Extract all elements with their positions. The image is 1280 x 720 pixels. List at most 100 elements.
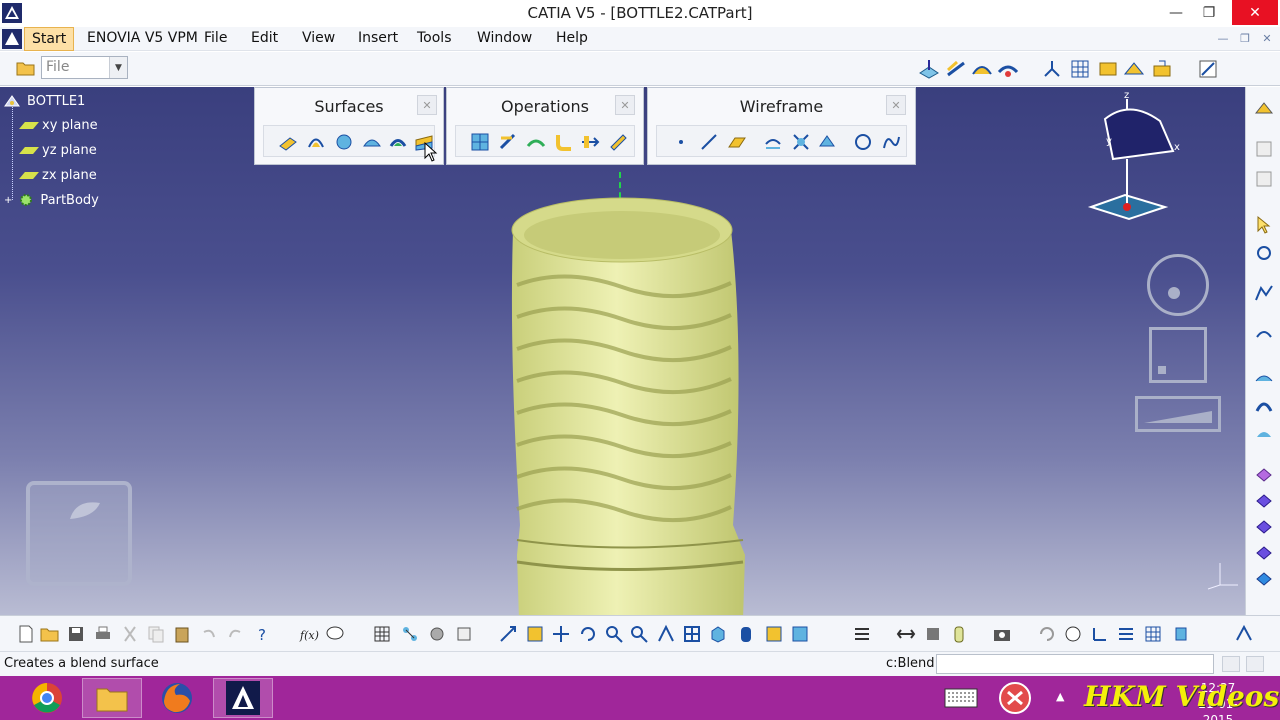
preview-widget[interactable] — [26, 481, 132, 586]
save-icon[interactable] — [66, 624, 86, 644]
sketch-tool-icon[interactable] — [945, 58, 967, 80]
pad-icon[interactable] — [1254, 463, 1274, 483]
comment-icon[interactable] — [325, 624, 345, 644]
print-icon[interactable] — [93, 624, 113, 644]
axis-tool-icon[interactable] — [1090, 624, 1110, 644]
line-icon[interactable] — [699, 132, 719, 152]
tree-root[interactable]: BOTTLE1 — [3, 93, 85, 109]
normal-view-icon[interactable] — [656, 624, 676, 644]
document-logo-icon[interactable] — [2, 29, 22, 49]
bottle-tool-icon[interactable] — [949, 624, 969, 644]
menu-help[interactable]: Help — [556, 30, 588, 46]
grid-icon[interactable] — [1069, 58, 1091, 80]
open-icon[interactable] — [40, 624, 60, 644]
surfaces-toolbar-close-icon[interactable]: ✕ — [417, 95, 437, 115]
pocket-icon[interactable] — [1254, 489, 1274, 509]
doc-close-button[interactable]: ✕ — [1258, 30, 1276, 47]
menu-window[interactable]: Window — [477, 30, 532, 46]
keyboard-icon[interactable] — [944, 688, 978, 708]
sweep-surface-icon[interactable] — [388, 132, 408, 152]
tree-item-partbody[interactable]: + PartBody — [4, 192, 99, 208]
new-icon[interactable] — [16, 624, 36, 644]
tree-item-zx-plane[interactable]: zx plane — [19, 168, 97, 183]
status-options-button-2[interactable] — [1246, 656, 1264, 672]
split-icon[interactable] — [498, 132, 518, 152]
zoom-in-icon[interactable] — [604, 624, 624, 644]
menu-enovia[interactable]: ENOVIA V5 VPM — [87, 30, 198, 46]
doc-restore-button[interactable]: ❐ — [1236, 30, 1254, 47]
menu-start[interactable]: Start — [24, 27, 75, 51]
refresh-icon[interactable] — [1037, 624, 1057, 644]
doc-minimize-button[interactable]: — — [1214, 30, 1232, 47]
circle-icon[interactable] — [853, 132, 873, 152]
repeat-icon[interactable] — [1151, 58, 1173, 80]
spline-icon[interactable] — [881, 132, 901, 152]
workbench-icon[interactable] — [1254, 99, 1274, 119]
restore-button[interactable]: ❐ — [1190, 0, 1228, 25]
point-icon[interactable] — [671, 132, 691, 152]
curve-tool-icon[interactable] — [1254, 283, 1274, 303]
extrapolate-icon[interactable] — [608, 132, 628, 152]
tree-item-xy-plane[interactable]: xy plane — [19, 118, 98, 133]
translate-icon[interactable] — [580, 132, 600, 152]
taskbar-explorer[interactable] — [82, 678, 142, 718]
extract-icon[interactable] — [526, 132, 546, 152]
menu-insert[interactable]: Insert — [358, 30, 398, 46]
file-combo[interactable]: File ▼ — [41, 56, 128, 79]
multi-view-icon[interactable] — [682, 624, 702, 644]
tree-item-yz-plane[interactable]: yz plane — [19, 143, 97, 158]
offset-curve-icon[interactable] — [817, 132, 837, 152]
status-options-button[interactable] — [1222, 656, 1240, 672]
join-icon[interactable] — [470, 132, 490, 152]
catalog-icon[interactable] — [427, 624, 447, 644]
command-input[interactable] — [936, 654, 1214, 674]
shaft-icon[interactable] — [1254, 515, 1274, 535]
snap-icon[interactable] — [1097, 58, 1119, 80]
list-icon[interactable] — [1116, 624, 1136, 644]
spline-tool-icon[interactable] — [1254, 243, 1274, 263]
sphere-surface-icon[interactable] — [334, 132, 354, 152]
cut-icon[interactable] — [120, 624, 140, 644]
zoom-out-icon[interactable] — [629, 624, 649, 644]
layer-icon[interactable] — [1171, 624, 1191, 644]
update-icon[interactable] — [852, 624, 872, 644]
tray-expand-icon[interactable]: ▲ — [1056, 690, 1064, 703]
dimension-icon[interactable] — [896, 624, 916, 644]
surface-blend-icon[interactable] — [997, 58, 1019, 80]
extrude-surface-icon[interactable] — [278, 132, 298, 152]
recorder-icon[interactable] — [996, 680, 1034, 716]
wireframe-toolbar-close-icon[interactable]: ✕ — [886, 95, 906, 115]
rotate-icon[interactable] — [578, 624, 598, 644]
taskbar-catia[interactable] — [213, 678, 273, 718]
plane-tool-icon[interactable] — [727, 132, 747, 152]
knowledge-icon[interactable] — [400, 624, 420, 644]
compass-icon[interactable] — [1085, 89, 1185, 224]
sketch-icon[interactable] — [1254, 139, 1274, 159]
pan-widget[interactable] — [1149, 327, 1207, 383]
operations-toolbar-close-icon[interactable]: ✕ — [615, 95, 635, 115]
arrow-select-icon[interactable] — [1254, 215, 1274, 235]
fillet-icon[interactable] — [554, 132, 574, 152]
zoom-widget[interactable] — [1135, 396, 1221, 432]
menu-view[interactable]: View — [302, 30, 335, 46]
fly-mode-icon[interactable] — [498, 624, 518, 644]
shading-icon[interactable] — [736, 624, 756, 644]
surface-sweep-icon[interactable] — [1254, 395, 1274, 415]
select-icon[interactable] — [1254, 169, 1274, 189]
table-icon[interactable] — [372, 624, 392, 644]
copy-icon[interactable] — [146, 624, 166, 644]
close-button[interactable]: ✕ — [1232, 0, 1278, 25]
intersection-icon[interactable] — [791, 132, 811, 152]
projection-icon[interactable] — [763, 132, 783, 152]
surface-fill-icon[interactable] — [1254, 423, 1274, 443]
constraint-icon[interactable] — [923, 624, 943, 644]
iso-view-icon[interactable] — [708, 624, 728, 644]
expand-icon[interactable]: + — [4, 195, 12, 206]
params-icon[interactable] — [454, 624, 474, 644]
camera-icon[interactable] — [992, 624, 1012, 644]
grid-snap-icon[interactable] — [1143, 624, 1163, 644]
taskbar-chrome[interactable] — [17, 678, 77, 718]
menu-file[interactable]: File — [204, 30, 227, 46]
hand-icon[interactable] — [1063, 624, 1083, 644]
offset-surface-icon[interactable] — [362, 132, 382, 152]
